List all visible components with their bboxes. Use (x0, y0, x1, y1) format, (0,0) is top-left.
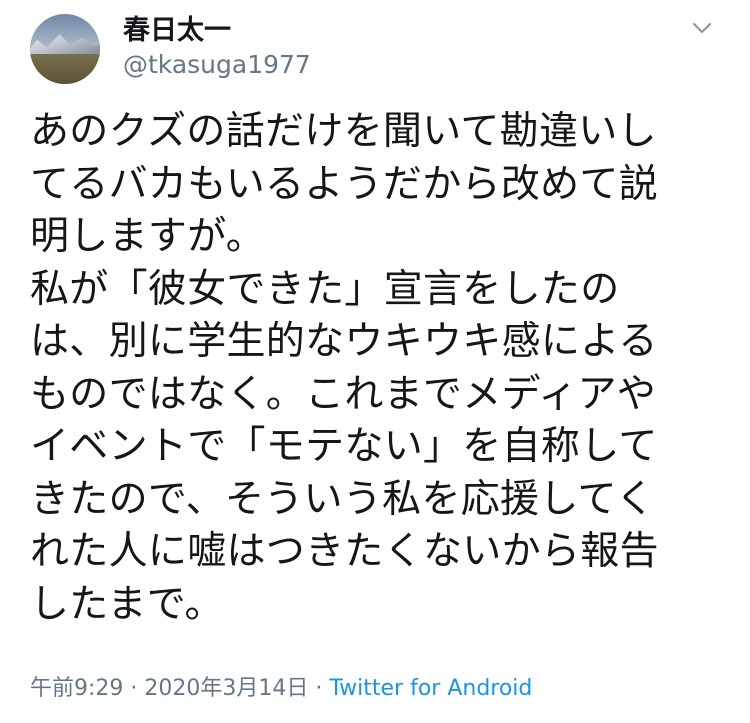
avatar-mountain-decor (30, 34, 100, 54)
tweet-text: あのクズの話だけを聞いて勘違いし てるバカもいるようだから改めて説 明しますが。… (30, 109, 659, 627)
avatar-field-decor (30, 54, 100, 84)
meta-separator: · (308, 676, 330, 701)
author-handle[interactable]: @tkasuga1977 (123, 50, 311, 80)
author-display-name[interactable]: 春日太一 (123, 16, 231, 46)
tweet-date[interactable]: 2020年3月14日 (144, 676, 308, 701)
chevron-down-icon[interactable] (690, 16, 714, 40)
avatar[interactable] (30, 14, 100, 84)
tweet-source-link[interactable]: Twitter for Android (329, 676, 532, 701)
tweet-header: 春日太一 @tkasuga1977 (30, 14, 720, 84)
meta-separator: · (123, 676, 145, 701)
tweet-meta: 午前9:29 · 2020年3月14日 · Twitter for Androi… (30, 674, 532, 704)
tweet-time[interactable]: 午前9:29 (30, 676, 123, 701)
